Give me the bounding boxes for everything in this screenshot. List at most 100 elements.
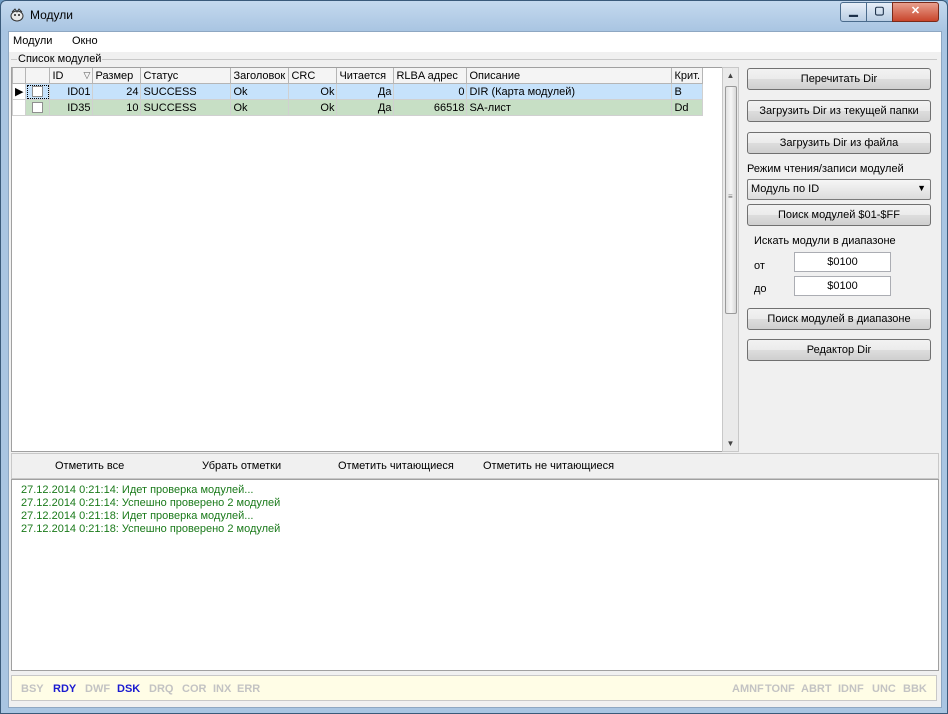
flag-tonf: TONF <box>765 683 795 695</box>
flag-abrt: ABRT <box>801 683 832 695</box>
column-header-crc[interactable]: CRC <box>288 68 338 84</box>
menu-modules[interactable]: Модули <box>13 35 52 47</box>
client-area: Модули Окно Список модулей ID ▽ Размер С… <box>8 31 942 708</box>
row-checkbox[interactable] <box>25 83 51 100</box>
cell-crc: Ok <box>288 99 338 116</box>
menu-bar: Модули Окно <box>9 32 941 52</box>
row-pointer-icon: ▶ <box>11 83 27 100</box>
flag-dwf: DWF <box>85 683 111 695</box>
minimize-icon: ▁ <box>849 5 858 17</box>
close-button[interactable]: ✕ <box>892 2 939 22</box>
chevron-down-icon: ▼ <box>917 183 926 193</box>
app-icon <box>10 8 24 22</box>
cell-size: 10 <box>92 99 142 116</box>
grid-scrollbar[interactable]: ▲ ≡ ▼ <box>722 67 739 452</box>
flag-unc: UNC <box>872 683 896 695</box>
close-icon: ✕ <box>910 5 921 17</box>
flag-cor: COR <box>182 683 207 695</box>
table-row[interactable]: ▶ ID01 24 SUCCESS Ok Ok Да 0 DIR (Карта … <box>11 83 704 100</box>
search-range-button[interactable]: Поиск модулей в диапазоне <box>747 308 931 330</box>
flag-err: ERR <box>237 683 261 695</box>
column-header-size[interactable]: Размер <box>92 68 142 84</box>
flag-inx: INX <box>213 683 232 695</box>
title-bar[interactable]: Модули ▁ ▢ ✕ <box>1 1 947 31</box>
cell-crit: B <box>671 83 704 100</box>
window-title: Модули <box>30 8 73 22</box>
modules-grid[interactable]: ID ▽ Размер Статус Заголовок CRC Читаетс… <box>11 67 724 452</box>
check-readable-button[interactable]: Отметить читающиеся <box>338 460 454 472</box>
cell-readable: Да <box>336 99 395 116</box>
cell-description: SA-лист <box>466 99 673 116</box>
to-input[interactable]: $0100 <box>794 276 891 296</box>
column-header-readable[interactable]: Читается <box>336 68 395 84</box>
mode-select-value: Модуль по ID <box>751 183 820 195</box>
group-divider <box>11 59 937 60</box>
check-all-button[interactable]: Отметить все <box>55 460 124 472</box>
flag-rdy: RDY <box>53 683 77 695</box>
table-header-row: ID ▽ Размер Статус Заголовок CRC Читаетс… <box>11 68 704 84</box>
load-dir-current-folder-button[interactable]: Загрузить Dir из текущей папки <box>747 100 931 122</box>
log-panel[interactable]: 27.12.2014 0:21:14: Идет проверка модуле… <box>11 479 939 671</box>
flag-dsk: DSK <box>117 683 141 695</box>
maximize-icon: ▢ <box>874 5 885 17</box>
cell-id: ID01 <box>49 83 94 100</box>
to-label: до <box>754 283 767 295</box>
cell-crit: Dd <box>671 99 704 116</box>
row-checkbox[interactable] <box>25 99 51 116</box>
load-dir-file-button[interactable]: Загрузить Dir из файла <box>747 132 931 154</box>
selection-actions-bar: Отметить все Убрать отметки Отметить чит… <box>11 453 939 479</box>
column-header-id[interactable]: ID ▽ <box>49 68 94 84</box>
scroll-down-icon[interactable]: ▼ <box>723 436 738 451</box>
flag-drq: DRQ <box>149 683 174 695</box>
checkbox[interactable] <box>32 86 44 98</box>
cell-description: DIR (Карта модулей) <box>466 83 673 100</box>
modules-group-label: Список модулей <box>17 53 103 65</box>
checkbox[interactable] <box>32 102 44 114</box>
log-line: 27.12.2014 0:21:14: Идет проверка модуле… <box>21 484 254 496</box>
column-header-description[interactable]: Описание <box>466 68 673 84</box>
column-header-status[interactable]: Статус <box>140 68 232 84</box>
from-input[interactable]: $0100 <box>794 252 891 272</box>
check-unreadable-button[interactable]: Отметить не читающиеся <box>483 460 614 472</box>
indicator-header <box>11 68 27 84</box>
range-label: Искать модули в диапазоне <box>754 235 896 247</box>
check-header <box>25 68 51 84</box>
log-line: 27.12.2014 0:21:18: Успешно проверено 2 … <box>21 523 281 535</box>
search-all-modules-button[interactable]: Поиск модулей $01-$FF <box>747 204 931 226</box>
sort-down-icon: ▽ <box>83 69 91 80</box>
reread-dir-button[interactable]: Перечитать Dir <box>747 68 931 90</box>
scroll-up-icon[interactable]: ▲ <box>723 68 738 83</box>
modules-table: ID ▽ Размер Статус Заголовок CRC Читаетс… <box>11 68 704 116</box>
column-id-label: ID <box>52 69 64 82</box>
grip-icon: ≡ <box>728 192 733 201</box>
from-label: от <box>754 260 765 272</box>
cell-header: Ok <box>230 83 290 100</box>
dir-editor-button[interactable]: Редактор Dir <box>747 339 931 361</box>
log-line: 27.12.2014 0:21:14: Успешно проверено 2 … <box>21 497 281 509</box>
minimize-button[interactable]: ▁ <box>840 2 867 22</box>
cell-id: ID35 <box>49 99 94 116</box>
flag-amnf: AMNF <box>732 683 764 695</box>
cell-rlba: 0 <box>393 83 468 100</box>
cell-size: 24 <box>92 83 142 100</box>
maximize-button[interactable]: ▢ <box>866 2 893 22</box>
column-header-header[interactable]: Заголовок <box>230 68 290 84</box>
menu-window[interactable]: Окно <box>72 35 98 47</box>
flag-bbk: BBK <box>903 683 927 695</box>
flag-bsy: BSY <box>21 683 44 695</box>
flag-idnf: IDNF <box>838 683 864 695</box>
cell-status: SUCCESS <box>140 83 232 100</box>
cell-header: Ok <box>230 99 290 116</box>
cell-crc: Ok <box>288 83 338 100</box>
log-line: 27.12.2014 0:21:18: Идет проверка модуле… <box>21 510 254 522</box>
column-header-rlba[interactable]: RLBA адрес <box>393 68 468 84</box>
mode-label: Режим чтения/записи модулей <box>747 163 904 175</box>
uncheck-all-button[interactable]: Убрать отметки <box>202 460 281 472</box>
status-flags-bar: BSY RDY DWF DSK DRQ COR INX ERR AMNF TON… <box>11 675 937 701</box>
scroll-thumb[interactable]: ≡ <box>725 86 737 314</box>
cell-status: SUCCESS <box>140 99 232 116</box>
cell-readable: Да <box>336 83 395 100</box>
table-row[interactable]: ID35 10 SUCCESS Ok Ok Да 66518 SA-лист D… <box>11 99 704 116</box>
mode-select[interactable]: Модуль по ID ▼ <box>747 179 931 200</box>
column-header-crit[interactable]: Крит. <box>671 68 704 84</box>
